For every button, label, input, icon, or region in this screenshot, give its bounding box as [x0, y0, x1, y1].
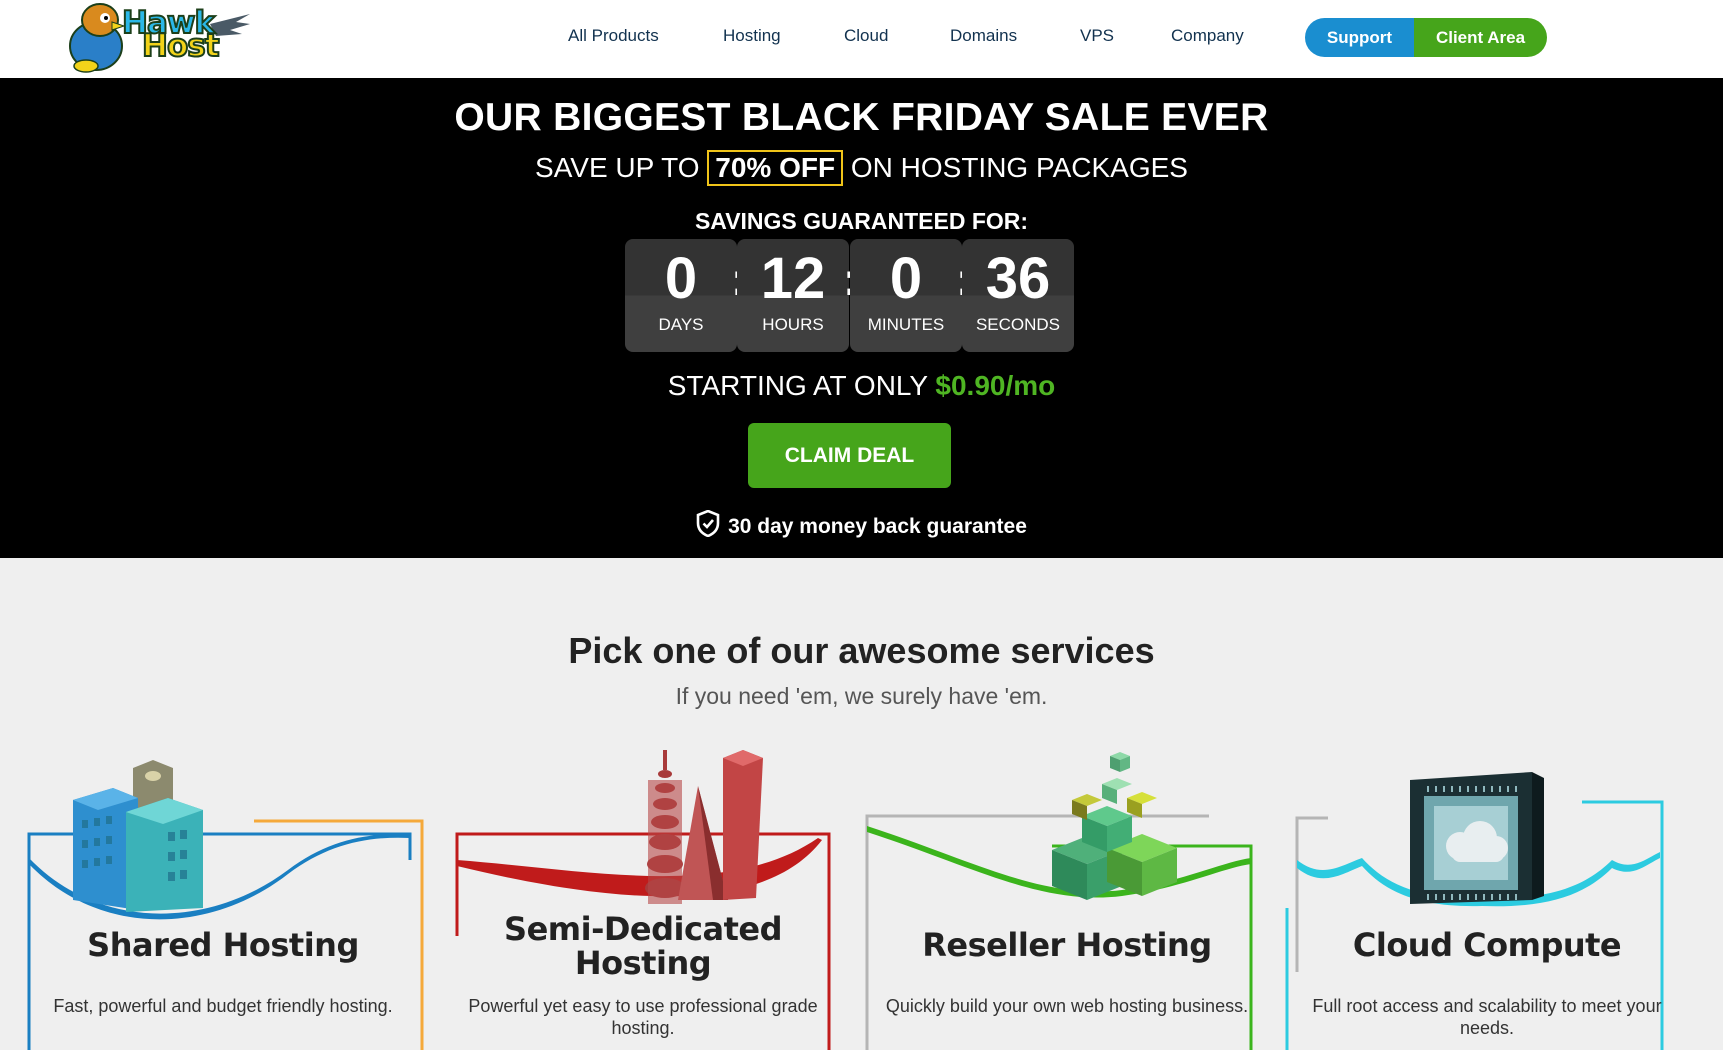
claim-deal-button[interactable]: CLAIM DEAL [748, 423, 951, 488]
nav-link-cloud[interactable]: Cloud [844, 26, 888, 46]
money-back-guarantee: 30 day money back guarantee [0, 510, 1723, 539]
shield-check-icon [696, 510, 720, 537]
service-card-reseller-hosting[interactable]: Reseller Hosting Quickly build your own … [862, 740, 1272, 1050]
countdown-days-label: DAYS [658, 315, 704, 334]
sale-headline: OUR BIGGEST BLACK FRIDAY SALE EVER [454, 96, 1269, 139]
guarantee-text: 30 day money back guarantee [728, 515, 1027, 538]
countdown-hours: 12 HOURS [737, 239, 849, 352]
black-friday-banner: OUR BIGGEST BLACK FRIDAY SALE EVER SAVE … [0, 78, 1723, 558]
countdown-minutes: 0 MINUTES [850, 239, 962, 352]
nav-link-vps[interactable]: VPS [1080, 26, 1114, 46]
starting-price-text: STARTING AT ONLY $0.90/mo [0, 370, 1723, 402]
client-area-button[interactable]: Client Area [1414, 18, 1547, 57]
card-title[interactable]: Cloud Compute [1282, 928, 1692, 962]
countdown-days-value: 0 [664, 246, 698, 311]
starting-price: $0.90/mo [935, 370, 1056, 401]
support-button[interactable]: Support [1305, 18, 1414, 57]
nav-link-company[interactable]: Company [1171, 26, 1244, 46]
card-description: Powerful yet easy to use professional gr… [468, 996, 818, 1038]
logo-word-2: Host [141, 28, 220, 64]
service-card-cloud-compute[interactable]: Cloud Compute Full root access and scala… [1282, 740, 1692, 1050]
nav-link-domains[interactable]: Domains [950, 26, 1017, 46]
card-title[interactable]: Shared Hosting [18, 928, 428, 962]
countdown-seconds: 36 SECONDS [962, 239, 1074, 352]
card-description: Quickly build your own web hosting busin… [885, 996, 1249, 1016]
top-navigation: Hawk Host All Products Hosting Cloud Dom… [0, 0, 1723, 78]
sale-subheadline: SAVE UP TO 70% OFF ON HOSTING PACKAGES [0, 150, 1723, 186]
services-heading: Pick one of our awesome services [568, 630, 1155, 671]
service-card-semi-dedicated-hosting[interactable]: Semi-Dedicated Hosting Powerful yet easy … [438, 740, 848, 1050]
card-description: Full root access and scalability to meet… [1312, 996, 1662, 1038]
services-subheading: If you need 'em, we surely have 'em. [675, 683, 1048, 709]
starting-prefix: STARTING AT ONLY [667, 370, 928, 401]
card-title[interactable]: Reseller Hosting [862, 928, 1272, 962]
countdown-hours-label: HOURS [762, 315, 824, 334]
countdown-minutes-label: MINUTES [867, 315, 945, 334]
nav-link-all-products[interactable]: All Products [568, 26, 659, 46]
sub-prefix: SAVE UP TO [535, 152, 700, 183]
countdown-hours-value: 12 [760, 246, 826, 311]
sub-suffix: ON HOSTING PACKAGES [850, 152, 1188, 183]
hawk-host-logo[interactable]: Hawk Host [60, 0, 250, 74]
countdown-seconds-label: SECONDS [975, 315, 1061, 334]
service-card-shared-hosting[interactable]: Shared Hosting Fast, powerful and budget… [18, 740, 428, 1050]
countdown-days: 0 DAYS [625, 239, 737, 352]
card-title[interactable]: Semi-Dedicated Hosting [438, 912, 848, 980]
savings-label: SAVINGS GUARANTEED FOR: [694, 208, 1029, 234]
nav-link-hosting[interactable]: Hosting [723, 26, 781, 46]
countdown-minutes-value: 0 [889, 246, 923, 311]
logo-wordmark: Hawk Host [121, 7, 221, 64]
card-description: Fast, powerful and budget friendly hosti… [53, 996, 393, 1016]
countdown-seconds-value: 36 [985, 246, 1051, 311]
discount-highlight: 70% OFF [707, 150, 844, 186]
